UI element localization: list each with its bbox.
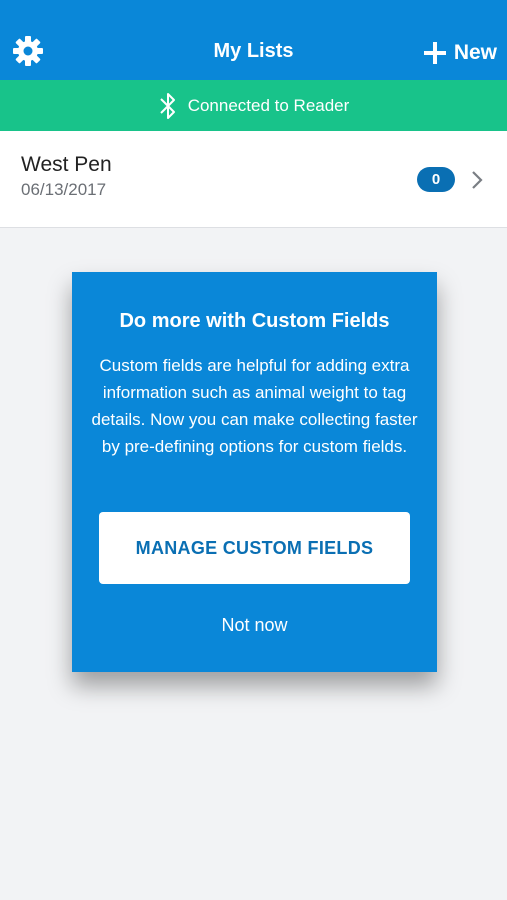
new-list-label: New — [453, 41, 497, 64]
custom-fields-dialog: Do more with Custom Fields Custom fields… — [72, 272, 437, 672]
list-item-date: 06/13/2017 — [21, 180, 107, 199]
connection-banner: Connected to Reader — [0, 80, 507, 131]
count-badge: 0 — [417, 167, 455, 192]
list-item[interactable]: West Pen 06/13/2017 0 — [0, 131, 507, 228]
not-now-button[interactable]: Not now — [72, 615, 437, 636]
plus-icon — [423, 42, 446, 64]
chevron-right-icon — [472, 171, 483, 189]
dialog-title: Do more with Custom Fields — [119, 310, 390, 332]
list-item-name: West Pen — [21, 153, 112, 176]
connection-status: Connected to Reader — [187, 95, 350, 115]
new-list-button[interactable]: New — [423, 38, 497, 68]
bluetooth-icon — [159, 92, 175, 119]
manage-custom-fields-button[interactable]: MANAGE CUSTOM FIELDS — [99, 512, 410, 584]
dialog-body: Custom fields are helpful for adding ext… — [91, 356, 418, 456]
top-app-bar: My Lists New — [0, 0, 507, 80]
